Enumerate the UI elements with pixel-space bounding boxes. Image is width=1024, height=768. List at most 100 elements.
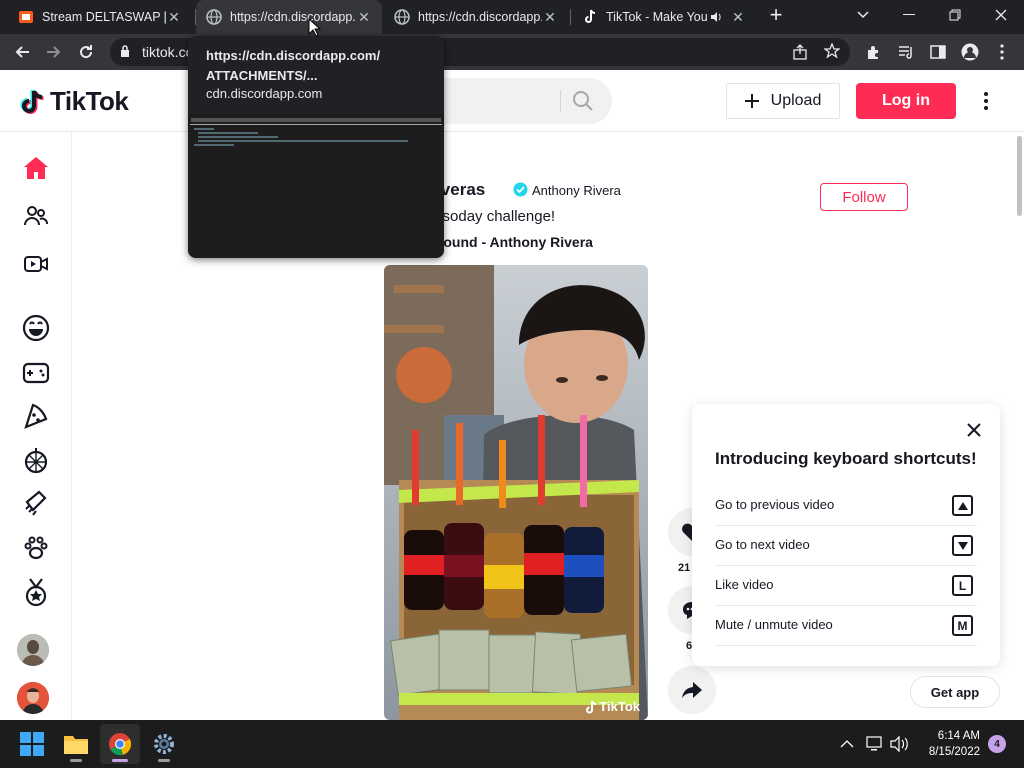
post-caption: e soday challenge! (430, 208, 556, 225)
sports-icon[interactable] (16, 574, 56, 610)
close-icon[interactable] (964, 420, 984, 440)
food-icon[interactable] (16, 398, 56, 434)
back-icon[interactable] (8, 38, 36, 66)
shortcut-label: Go to previous video (715, 497, 835, 512)
shortcut-label: Go to next video (715, 537, 810, 552)
upload-button[interactable]: Upload (726, 83, 840, 119)
settings-taskbar-button[interactable] (144, 724, 184, 764)
music-link[interactable]: al sound - Anthony Rivera (420, 234, 593, 250)
close-tab-icon[interactable]: ✕ (730, 9, 746, 25)
close-tab-icon[interactable]: ✕ (166, 9, 182, 25)
tab-title: https://cdn.discordapp. (230, 10, 356, 24)
tiktok-favicon-icon (582, 9, 598, 25)
suggested-account-avatar[interactable] (17, 682, 49, 714)
new-tab-button[interactable]: + (760, 0, 792, 30)
tab-title: TikTok - Make Your (606, 10, 708, 24)
browser-toolbar: tiktok.co (0, 34, 1024, 70)
suggested-account-avatar[interactable] (17, 634, 49, 666)
file-explorer-button[interactable] (56, 724, 96, 764)
tiktok-logo[interactable]: TikTok (20, 86, 129, 117)
search-icon[interactable] (572, 90, 594, 117)
shortcut-label: Mute / unmute video (715, 617, 833, 632)
share-button[interactable] (668, 666, 716, 714)
windows-logo-icon (20, 732, 44, 756)
lock-icon (120, 45, 130, 61)
show-hidden-icons[interactable] (840, 720, 854, 768)
tab-tiktok[interactable]: TikTok - Make Your ✕ (572, 0, 756, 34)
system-clock[interactable]: 6:14 AM 8/15/2022 (910, 728, 980, 760)
tab-stream-deltaswap[interactable]: Stream DELTASWAP [C ✕ (8, 0, 192, 34)
windows-taskbar: 6:14 AM 8/15/2022 (0, 720, 1024, 768)
browser-tab-strip: Stream DELTASWAP [C ✕ https://cdn.discor… (0, 0, 1024, 34)
tab-discord-attachment-2[interactable]: https://cdn.discordapp. ✕ (384, 0, 568, 34)
extensions-icon[interactable] (860, 38, 888, 66)
shortcut-row: Go to next video (715, 526, 977, 566)
clock-time: 6:14 AM (937, 730, 980, 742)
tiktok-header: TikTok Upload Log in (0, 70, 1024, 132)
shortcut-row: Mute / unmute video M (715, 606, 977, 646)
notification-badge[interactable]: 4 (988, 735, 1006, 753)
start-button[interactable] (12, 724, 52, 764)
volume-icon[interactable] (890, 720, 910, 768)
shortcuts-title: Introducing keyboard shortcuts! (715, 449, 977, 468)
home-icon[interactable] (16, 150, 56, 186)
restore-icon[interactable] (932, 0, 978, 30)
shortcut-row: Like video L (715, 566, 977, 606)
tiktok-page: TikTok Upload Log in yriveras Anthony Ri… (0, 70, 1024, 720)
reload-icon[interactable] (72, 38, 100, 66)
shortcut-row: Go to previous video (715, 486, 977, 526)
video-frame (384, 265, 648, 720)
gear-icon (154, 734, 174, 754)
video-player[interactable]: TikTok (384, 265, 648, 720)
gaming-icon[interactable] (16, 354, 56, 390)
chrome-taskbar-button[interactable] (100, 724, 140, 764)
media-controls-icon[interactable] (892, 38, 920, 66)
logo-text: TikTok (50, 86, 129, 116)
get-app-button[interactable]: Get app (910, 676, 1000, 708)
shortcut-key: M (952, 615, 973, 636)
profile-icon[interactable] (956, 38, 984, 66)
chevron-up-icon (840, 740, 854, 748)
comedy-icon[interactable] (16, 310, 56, 346)
close-tab-icon[interactable]: ✕ (542, 9, 558, 25)
login-button[interactable]: Log in (856, 83, 956, 119)
beauty-icon[interactable] (16, 486, 56, 522)
tab-title: Stream DELTASWAP [C (42, 10, 166, 24)
upload-label: Upload (770, 92, 822, 109)
video-watermark: TikTok (585, 699, 640, 714)
minimize-icon[interactable] (886, 0, 932, 30)
forward-icon[interactable] (40, 38, 68, 66)
page-scrollbar[interactable] (1014, 132, 1024, 720)
tab-title: https://cdn.discordapp. (418, 10, 542, 24)
author-nickname[interactable]: Anthony Rivera (532, 183, 621, 198)
hover-card-domain: cdn.discordapp.com (206, 86, 323, 101)
tiktok-note-icon (20, 88, 44, 114)
speaker-icon[interactable] (708, 9, 724, 25)
network-icon[interactable] (866, 720, 884, 768)
plus-icon (744, 94, 759, 108)
animals-icon[interactable] (16, 530, 56, 566)
tab-discord-attachment-1[interactable]: https://cdn.discordapp. ✕ (196, 0, 382, 34)
screen: Stream DELTASWAP [C ✕ https://cdn.discor… (0, 0, 1024, 768)
share-icon[interactable] (792, 44, 808, 63)
star-icon[interactable] (823, 42, 841, 62)
follow-button[interactable]: Follow (820, 183, 908, 211)
tab-search-icon[interactable] (840, 0, 886, 30)
hover-card-title: https://cdn.discordapp.com/ ATTACHMENTS/… (206, 48, 381, 83)
folder-icon (64, 736, 88, 754)
following-icon[interactable] (16, 198, 56, 234)
tab-hover-card: https://cdn.discordapp.com/ ATTACHMENTS/… (188, 36, 444, 258)
keyboard-shortcuts-popup: Introducing keyboard shortcuts! Go to pr… (692, 404, 1000, 666)
shortcut-key: L (952, 575, 973, 596)
dance-icon[interactable] (16, 442, 56, 478)
more-menu-icon[interactable] (976, 88, 996, 114)
close-window-icon[interactable] (978, 0, 1024, 30)
stream-favicon-icon (18, 9, 34, 25)
side-panel-icon[interactable] (924, 38, 952, 66)
shortcut-label: Like video (715, 577, 774, 592)
close-tab-icon[interactable]: ✕ (356, 9, 372, 25)
down-arrow-key-icon (952, 535, 973, 556)
mouse-cursor-icon (308, 18, 322, 37)
chrome-menu-icon[interactable] (988, 38, 1016, 66)
live-icon[interactable] (16, 246, 56, 282)
